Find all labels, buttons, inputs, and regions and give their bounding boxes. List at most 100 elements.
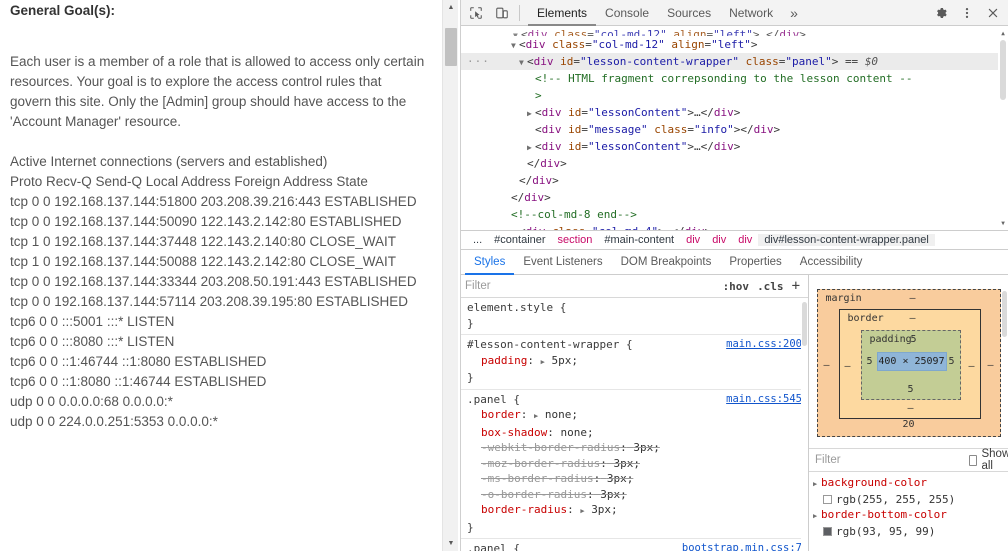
element-classes-toggle[interactable]: .cls bbox=[757, 280, 784, 293]
tab-event-listeners[interactable]: Event Listeners bbox=[514, 250, 611, 275]
css-property-name[interactable]: padding bbox=[481, 354, 527, 367]
expand-property-icon[interactable]: ▶ bbox=[813, 477, 821, 492]
tab-accessibility[interactable]: Accessibility bbox=[791, 250, 872, 275]
box-model-scrollbar-thumb[interactable] bbox=[1002, 291, 1007, 337]
dom-row-overflow-icon[interactable]: ··· bbox=[467, 53, 490, 70]
scroll-down-arrow-icon[interactable]: ▼ bbox=[443, 536, 459, 551]
tab-sources[interactable]: Sources bbox=[658, 0, 720, 26]
css-source-link[interactable]: main.css:200 bbox=[726, 337, 802, 353]
css-property-value[interactable]: 3px; bbox=[607, 472, 634, 485]
tab-dom-breakpoints[interactable]: DOM Breakpoints bbox=[612, 250, 721, 275]
border-right-value[interactable]: – bbox=[968, 361, 974, 372]
dom-row[interactable]: > bbox=[461, 87, 1008, 104]
breadcrumb-item[interactable]: section bbox=[552, 234, 599, 246]
expand-shorthand-icon[interactable]: ▶ bbox=[580, 507, 584, 515]
css-property-name[interactable]: -ms-border-radius bbox=[481, 472, 594, 485]
breadcrumb-item[interactable]: div bbox=[732, 234, 758, 246]
border-top-value[interactable]: – bbox=[910, 313, 916, 324]
css-property-name[interactable]: border bbox=[481, 408, 521, 421]
dom-row[interactable]: </div> bbox=[461, 189, 1008, 206]
dom-row-clipped-top[interactable]: ▼<div class="col-md-12" align="left">…</… bbox=[461, 26, 1008, 36]
page-scrollbar[interactable]: ▲ ▼ bbox=[442, 0, 458, 551]
css-selector[interactable]: #lesson-content-wrapper { bbox=[467, 337, 633, 353]
tab-properties[interactable]: Properties bbox=[720, 250, 790, 275]
css-property-value[interactable]: none; bbox=[545, 408, 578, 421]
computed-property[interactable]: ▶background-colorrgb(255, 255, 255) bbox=[809, 475, 1008, 507]
breadcrumb-item[interactable]: div bbox=[706, 234, 732, 246]
tab-styles[interactable]: Styles bbox=[465, 250, 514, 275]
color-swatch[interactable] bbox=[823, 527, 832, 536]
computed-filter-input[interactable] bbox=[815, 454, 969, 466]
css-rule[interactable]: element.style {} bbox=[461, 298, 808, 335]
css-rule[interactable]: .panel {bootstrap.min.css:7margin-bottom… bbox=[461, 539, 808, 551]
box-model-border[interactable]: border – – – – padding 5 5 5 bbox=[839, 309, 981, 419]
css-property-name[interactable]: -o-border-radius bbox=[481, 488, 587, 501]
css-property-value[interactable]: 3px; bbox=[591, 503, 618, 516]
box-model-content-size[interactable]: 400 × 25097 bbox=[877, 352, 947, 371]
more-tabs-chevron-icon[interactable]: » bbox=[782, 5, 806, 21]
css-property-value[interactable]: 3px; bbox=[633, 441, 660, 454]
computed-property[interactable]: ▶border-bottom-colorrgb(93, 95, 99) bbox=[809, 507, 1008, 539]
margin-left-value[interactable]: – bbox=[824, 360, 830, 371]
css-declaration[interactable]: padding: ▶ 5px; bbox=[467, 353, 802, 371]
dom-row[interactable]: ···▼<div id="lesson-content-wrapper" cla… bbox=[461, 53, 1008, 70]
expand-shorthand-icon[interactable]: ▶ bbox=[534, 412, 538, 420]
css-property-value[interactable]: none; bbox=[560, 426, 593, 439]
css-selector[interactable]: .panel { bbox=[467, 541, 520, 551]
padding-top-value[interactable]: 5 bbox=[911, 334, 917, 345]
tab-console[interactable]: Console bbox=[596, 0, 658, 26]
expand-shorthand-icon[interactable]: ▶ bbox=[541, 358, 545, 366]
css-selector[interactable]: .panel { bbox=[467, 392, 520, 408]
css-rule[interactable]: #lesson-content-wrapper {main.css:200pad… bbox=[461, 335, 808, 390]
dom-row[interactable]: <!--col-md-8 end--> bbox=[461, 206, 1008, 223]
device-toolbar-icon[interactable] bbox=[489, 1, 515, 25]
margin-top-value[interactable]: – bbox=[910, 293, 916, 304]
css-declaration[interactable]: border-radius: ▶ 3px; bbox=[467, 502, 802, 520]
page-scrollbar-thumb[interactable] bbox=[445, 28, 457, 66]
new-style-rule-button[interactable]: + bbox=[792, 278, 800, 294]
css-rule[interactable]: .panel { main.css:545border: ▶ none;box-s… bbox=[461, 390, 808, 540]
computed-properties-list[interactable]: ▶background-colorrgb(255, 255, 255)▶bord… bbox=[809, 472, 1008, 551]
dom-row[interactable]: </div> bbox=[461, 172, 1008, 189]
border-bottom-value[interactable]: – bbox=[908, 403, 914, 414]
breadcrumb-item[interactable]: ... bbox=[467, 234, 488, 246]
scroll-up-arrow-icon[interactable]: ▲ bbox=[443, 0, 459, 15]
hover-state-toggle[interactable]: :hov bbox=[723, 280, 750, 293]
styles-filter-input[interactable] bbox=[465, 280, 723, 292]
css-declaration[interactable]: border: ▶ none; bbox=[467, 407, 802, 425]
margin-right-value[interactable]: – bbox=[987, 360, 993, 371]
css-rules-list[interactable]: element.style {} #lesson-content-wrapper … bbox=[461, 298, 808, 551]
css-declaration[interactable]: -moz-border-radius: 3px; bbox=[467, 456, 802, 472]
css-property-name[interactable]: -moz-border-radius bbox=[481, 457, 600, 470]
padding-left-value[interactable]: 5 bbox=[867, 356, 873, 367]
show-all-checkbox[interactable] bbox=[969, 455, 977, 466]
rules-scrollbar-thumb[interactable] bbox=[802, 302, 807, 346]
dom-row[interactable]: ▼<div class="col-md-12" align="left"> bbox=[461, 36, 1008, 53]
box-model-scrollbar[interactable] bbox=[1001, 275, 1008, 457]
margin-bottom-value[interactable]: 20 bbox=[903, 419, 915, 430]
css-source-link[interactable]: bootstrap.min.css:7 bbox=[682, 541, 802, 551]
dom-scrollbar-thumb[interactable] bbox=[1000, 40, 1006, 100]
dom-row[interactable]: <!-- HTML fragment correpsonding to the … bbox=[461, 70, 1008, 87]
css-declaration[interactable]: -o-border-radius: 3px; bbox=[467, 487, 802, 503]
dom-tree-scrollbar[interactable]: ▲ ▼ bbox=[998, 26, 1008, 230]
css-selector[interactable]: element.style { bbox=[467, 300, 566, 316]
css-declaration[interactable]: -webkit-border-radius: 3px; bbox=[467, 440, 802, 456]
tab-network[interactable]: Network bbox=[720, 0, 782, 26]
dom-scroll-down-icon[interactable]: ▼ bbox=[998, 218, 1008, 228]
box-model-padding[interactable]: padding 5 5 5 5 400 × 25097 bbox=[861, 330, 961, 400]
css-declaration[interactable]: box-shadow: none; bbox=[467, 425, 802, 441]
more-options-icon[interactable] bbox=[954, 1, 980, 25]
css-property-value[interactable]: 5px; bbox=[551, 354, 578, 367]
dom-scroll-up-icon[interactable]: ▲ bbox=[998, 28, 1008, 38]
css-property-value[interactable]: 3px; bbox=[613, 457, 640, 470]
padding-right-value[interactable]: 5 bbox=[948, 356, 954, 367]
breadcrumb-item[interactable]: #main-content bbox=[598, 234, 680, 246]
gear-icon[interactable] bbox=[928, 1, 954, 25]
box-model-margin[interactable]: margin – – – 20 border – – – – bbox=[817, 289, 1001, 437]
inspect-element-icon[interactable] bbox=[463, 1, 489, 25]
css-property-name[interactable]: -webkit-border-radius bbox=[481, 441, 620, 454]
padding-bottom-value[interactable]: 5 bbox=[908, 384, 914, 395]
expand-property-icon[interactable]: ▶ bbox=[813, 509, 821, 524]
css-source-link[interactable]: main.css:545 bbox=[726, 392, 802, 408]
